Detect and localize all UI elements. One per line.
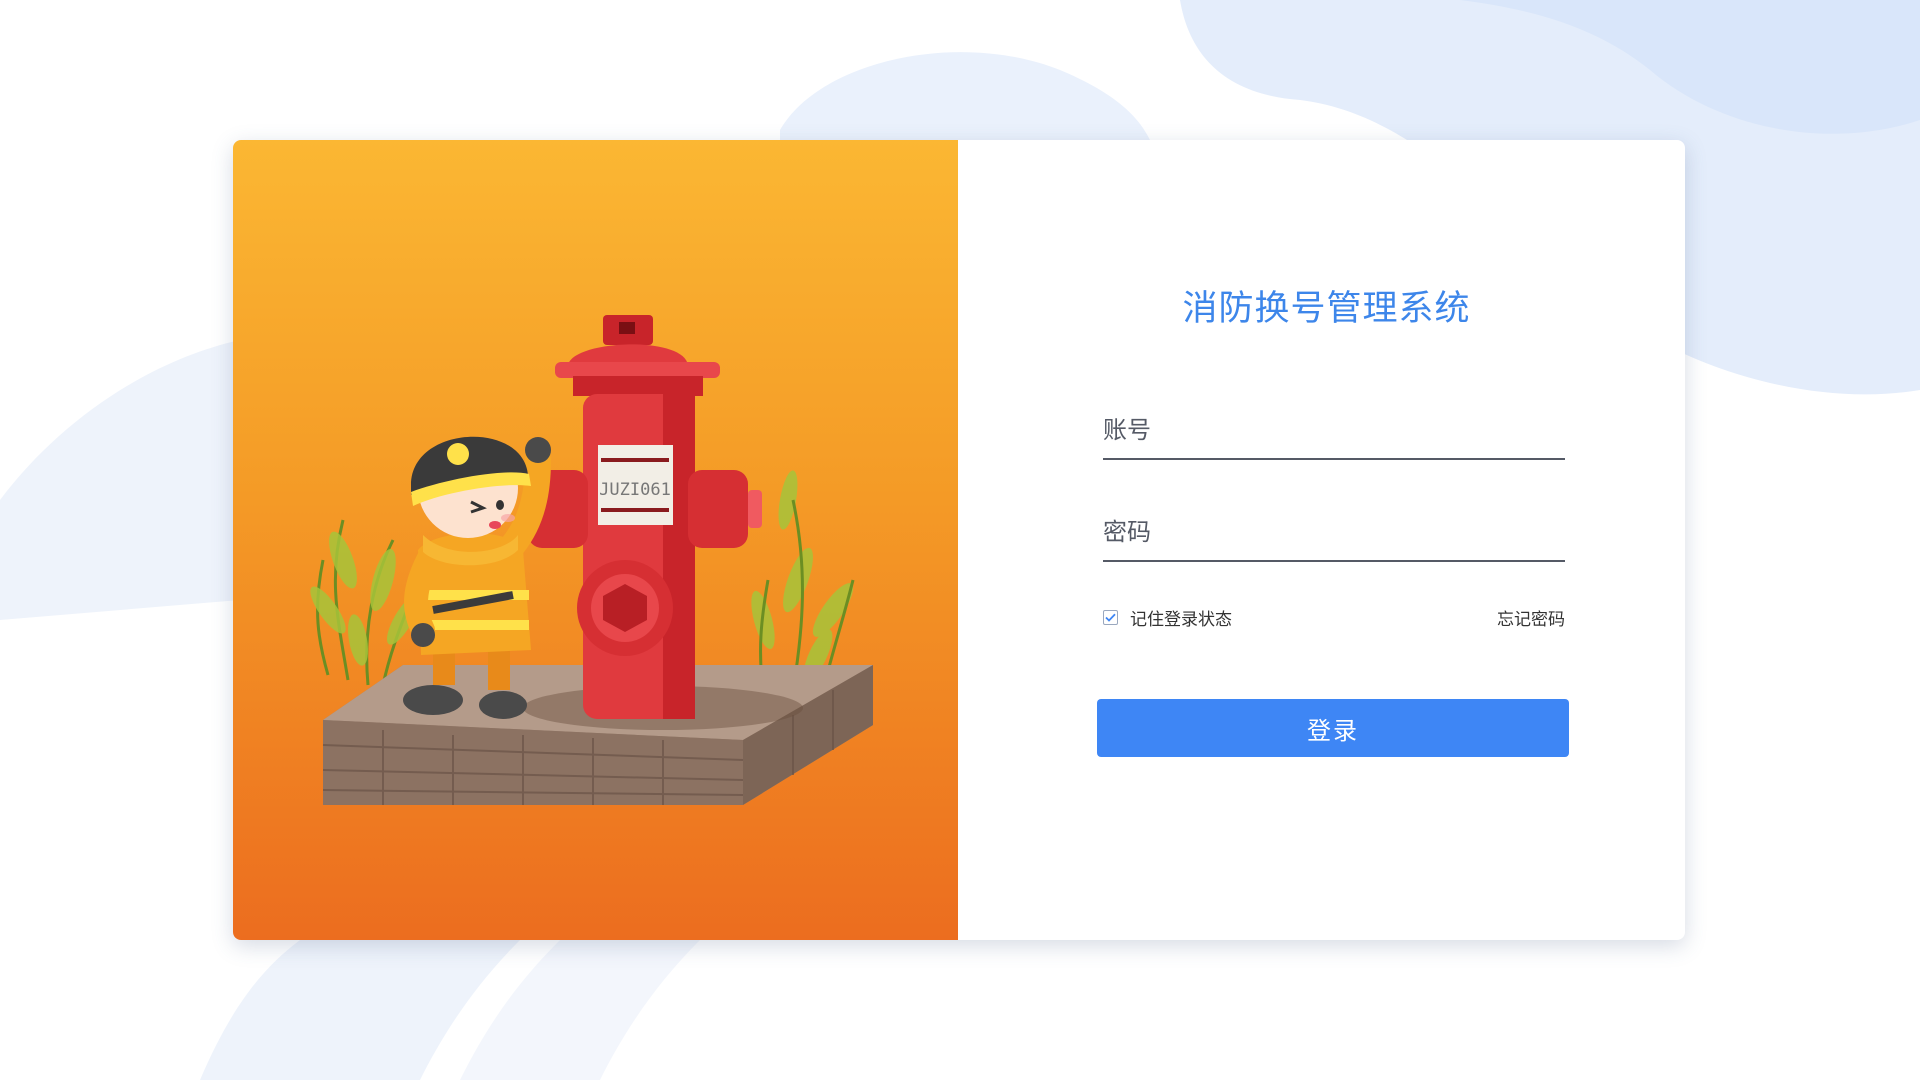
- hydrant-plate-text: JUZI061: [599, 480, 671, 500]
- login-form-panel: 消防换号管理系统 记住登录状态 忘记密码 登录: [958, 140, 1685, 940]
- password-input[interactable]: [1103, 518, 1565, 560]
- illustration-panel: JUZI061: [233, 140, 958, 940]
- checkmark-icon: [1105, 613, 1116, 622]
- remember-label: 记住登录状态: [1130, 609, 1232, 630]
- password-field: [1103, 518, 1565, 562]
- remember-checkbox[interactable]: [1103, 609, 1118, 625]
- remember-login-toggle[interactable]: 记住登录状态: [1103, 605, 1232, 630]
- forgot-password-link[interactable]: 忘记密码: [1497, 605, 1565, 630]
- login-options: 记住登录状态 忘记密码: [1103, 605, 1565, 630]
- firefighter-hydrant-illustration: JUZI061: [310, 315, 873, 805]
- login-button[interactable]: 登录: [1097, 699, 1569, 757]
- page-title: 消防换号管理系统: [1182, 289, 1471, 329]
- login-card: JUZI061 消防换号管理系统 账号 记住登录状态 忘记密码 登录: [233, 140, 1685, 940]
- account-field: [1103, 416, 1565, 460]
- fire-hydrant-icon: JUZI061: [528, 315, 762, 719]
- account-input[interactable]: [1103, 416, 1565, 458]
